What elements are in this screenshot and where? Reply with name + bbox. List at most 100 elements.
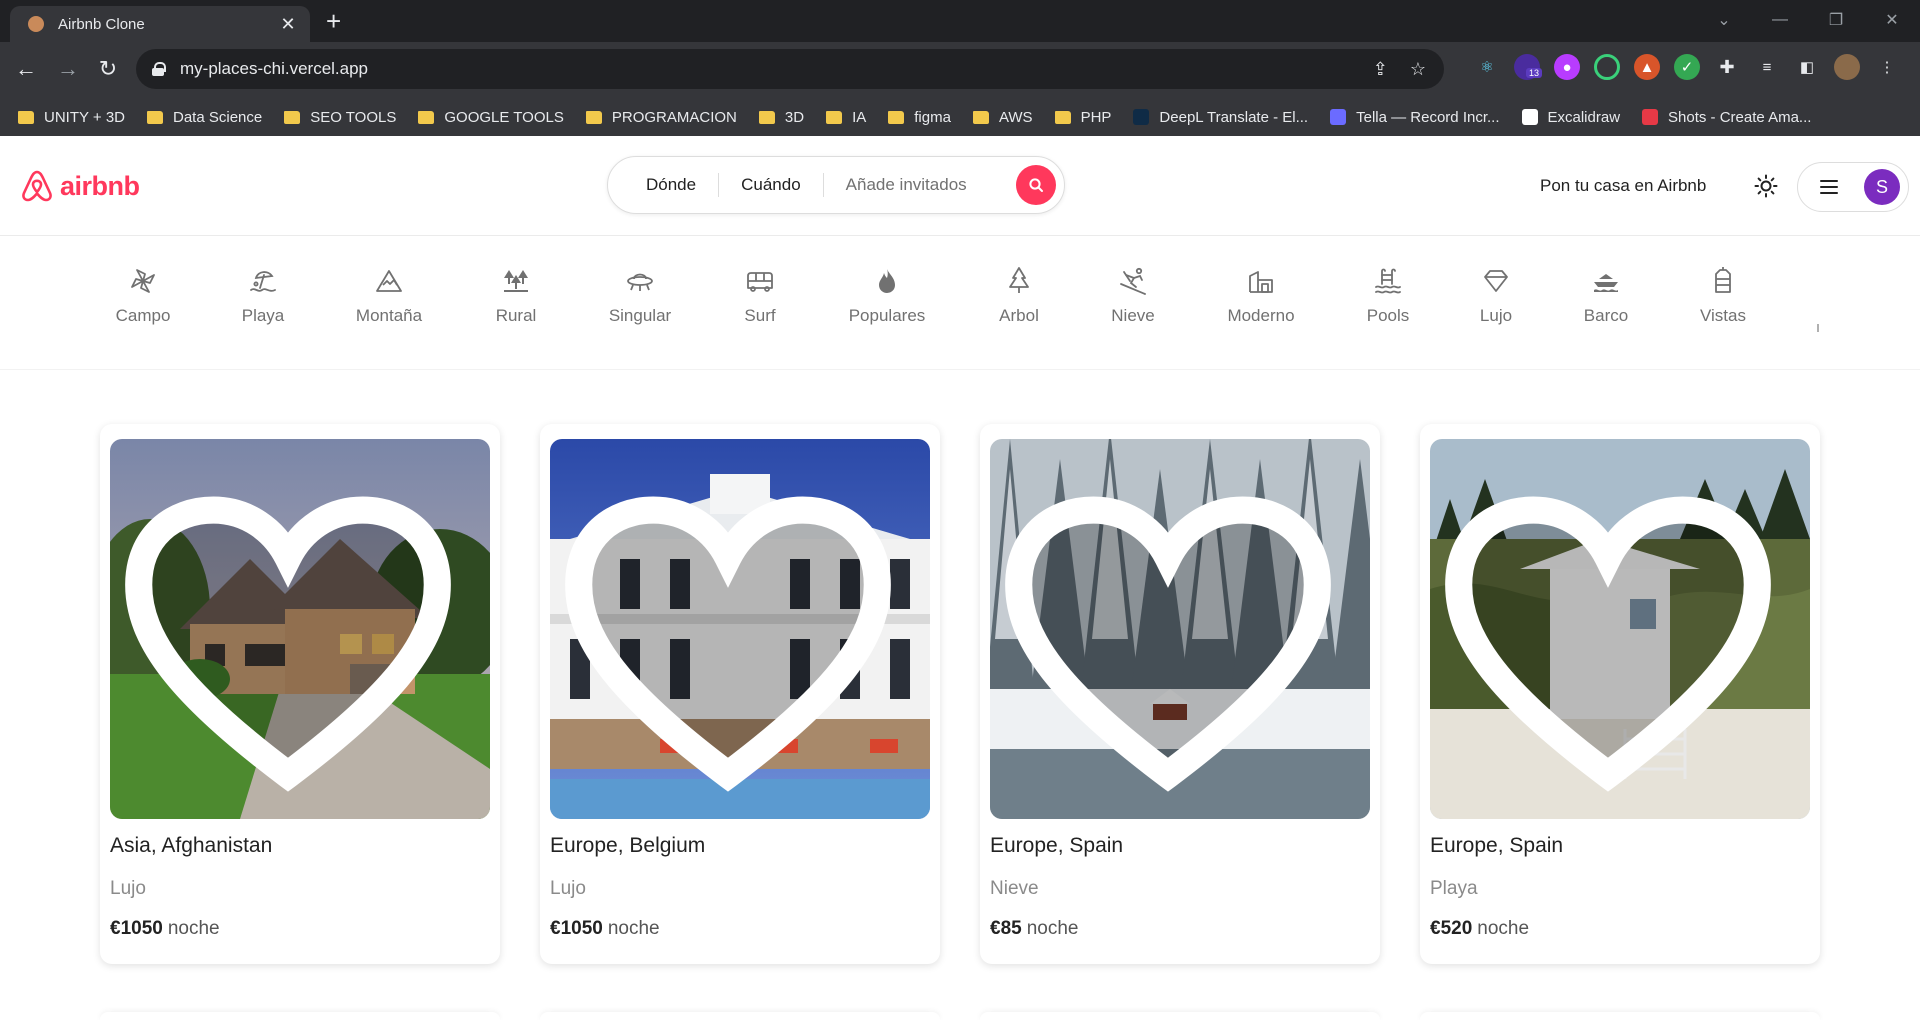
category-vistas[interactable]: Vistas [1668,266,1778,326]
airbnb-logo-icon [22,170,52,202]
user-menu-button[interactable]: S [1797,162,1909,212]
category-arbol[interactable]: Arbol [964,266,1074,326]
listing-card[interactable]: Asia, Afghanistan Lujo €1050 noche [100,424,500,964]
extension-icon[interactable]: ▲ [1634,54,1660,80]
category-barco[interactable]: Barco [1551,266,1661,326]
bookmark-item[interactable]: PROGRAMACION [585,109,737,126]
category-singular[interactable]: Singular [585,266,695,326]
hamburger-menu-icon [1820,180,1838,194]
diamond-icon [1484,270,1508,292]
site-header: airbnb Dónde Cuándo Añade invitados Pon … [0,136,1920,236]
bookmark-label: DeepL Translate - El... [1159,108,1309,126]
listing-image[interactable] [550,439,930,819]
folder-icon [888,110,905,124]
new-tab-button[interactable]: + [326,8,341,34]
category-label: Moderno [1227,306,1295,325]
flame-icon [879,269,895,293]
bookmarks-bar: UNITY + 3D Data Science SEO TOOLS GOOGLE… [0,98,1920,136]
search-bar[interactable]: Dónde Cuándo Añade invitados [607,156,1065,214]
maximize-button[interactable]: ❐ [1808,10,1864,30]
extension-icon[interactable]: ● [1554,54,1580,80]
listing-card[interactable]: Europe, Belgium Lujo €1050 noche [540,424,940,964]
listing-card[interactable]: Europe, Spain Nieve €85 noche [980,424,1380,964]
listing-category: Lujo [550,878,586,899]
listing-image[interactable] [1430,439,1810,819]
bookmark-item[interactable]: Tella — Record Incr... [1330,109,1500,126]
listing-image[interactable] [990,439,1370,819]
bookmark-item[interactable]: DeepL Translate - El... [1133,109,1308,126]
bookmark-item[interactable]: Data Science [147,109,262,126]
category-surf[interactable]: Surf [705,266,815,326]
profile-avatar[interactable] [1834,54,1860,80]
bookmark-item[interactable]: AWS [972,109,1033,126]
category-montana[interactable]: Montaña [334,266,444,326]
price-amount: €1050 [550,918,603,939]
extension-icon[interactable]: ✓ [1674,54,1700,80]
react-devtools-icon[interactable]: ⚛ [1474,54,1500,80]
more-menu-icon[interactable]: ⋮ [1874,54,1900,80]
search-guests[interactable]: Añade invitados [824,175,989,195]
bookmark-item[interactable]: UNITY + 3D [18,109,125,126]
search-when[interactable]: Cuándo [719,175,823,195]
category-pools[interactable]: Pools [1333,266,1443,326]
heart-icon[interactable] [110,449,478,819]
extension-icon[interactable]: 13 [1514,54,1543,80]
heart-icon[interactable] [1430,449,1798,819]
listing-image[interactable] [110,439,490,819]
browser-tab[interactable]: Airbnb Clone ✕ [10,6,310,42]
bookmark-item[interactable]: figma [888,109,951,126]
url-text[interactable]: my-places-chi.vercel.app [180,59,1373,79]
windmill-icon [131,269,155,293]
listing-card[interactable]: Europe, Spain Playa €520 noche [1420,424,1820,964]
bookmark-item[interactable]: Shots - Create Ama... [1642,109,1811,126]
category-rural[interactable]: Rural [461,266,571,326]
theme-toggle-button[interactable] [1752,172,1780,200]
share-icon[interactable]: ⇪ [1373,59,1388,80]
category-populares[interactable]: Populares [832,266,942,326]
back-button[interactable]: ← [10,54,42,84]
puzzle-icon[interactable]: ✚ [1714,54,1740,80]
search-button[interactable] [1016,165,1056,205]
minimize-button[interactable]: — [1752,11,1808,29]
listing-card-partial[interactable] [980,1012,1380,1020]
category-scroll-edge[interactable] [1817,324,1819,332]
category-moderno[interactable]: Moderno [1206,266,1316,326]
close-tab-icon[interactable]: ✕ [278,14,298,35]
price-amount: €85 [990,918,1022,939]
lock-icon[interactable] [152,62,166,76]
listing-location: Europe, Belgium [550,834,706,857]
heart-icon[interactable] [550,449,918,819]
chevron-down-icon[interactable]: ⌄ [1696,10,1752,30]
listing-card-partial[interactable] [1420,1012,1820,1020]
host-link[interactable]: Pon tu casa en Airbnb [1540,176,1706,196]
address-bar[interactable]: my-places-chi.vercel.app ⇪ ☆ [136,49,1444,89]
reading-list-icon[interactable]: ≡ [1754,54,1780,80]
folder-icon [147,110,163,124]
extension-icon[interactable] [1594,54,1620,80]
category-lujo[interactable]: Lujo [1441,266,1551,326]
listing-location: Europe, Spain [1430,834,1564,857]
bookmark-item[interactable]: PHP [1054,108,1112,126]
bookmark-item[interactable]: 3D [758,109,804,126]
bookmark-item[interactable]: SEO TOOLS [284,109,396,126]
listing-card-partial[interactable] [100,1012,500,1020]
reload-button[interactable]: ↻ [92,54,124,84]
category-playa[interactable]: Playa [208,266,318,326]
bookmark-label: PHP [1080,108,1112,126]
category-campo[interactable]: Campo [88,266,198,326]
airbnb-logo[interactable]: airbnb [20,168,140,204]
tab-favicon-icon [28,16,44,32]
bookmark-item[interactable]: GOOGLE TOOLS [418,109,564,126]
forward-button[interactable]: → [52,54,84,84]
close-window-button[interactable]: ✕ [1864,10,1920,30]
bookmark-item[interactable]: Excalidraw [1521,109,1620,126]
category-nieve[interactable]: Nieve [1078,266,1188,326]
bookmark-star-icon[interactable]: ☆ [1410,59,1426,80]
heart-icon[interactable] [990,449,1358,819]
listing-card-partial[interactable] [540,1012,940,1020]
search-where[interactable]: Dónde [632,175,718,195]
category-label: Populares [848,306,926,325]
side-panel-icon[interactable]: ◧ [1794,54,1820,80]
category-label: Pools [1366,306,1410,325]
bookmark-item[interactable]: IA [826,109,866,126]
